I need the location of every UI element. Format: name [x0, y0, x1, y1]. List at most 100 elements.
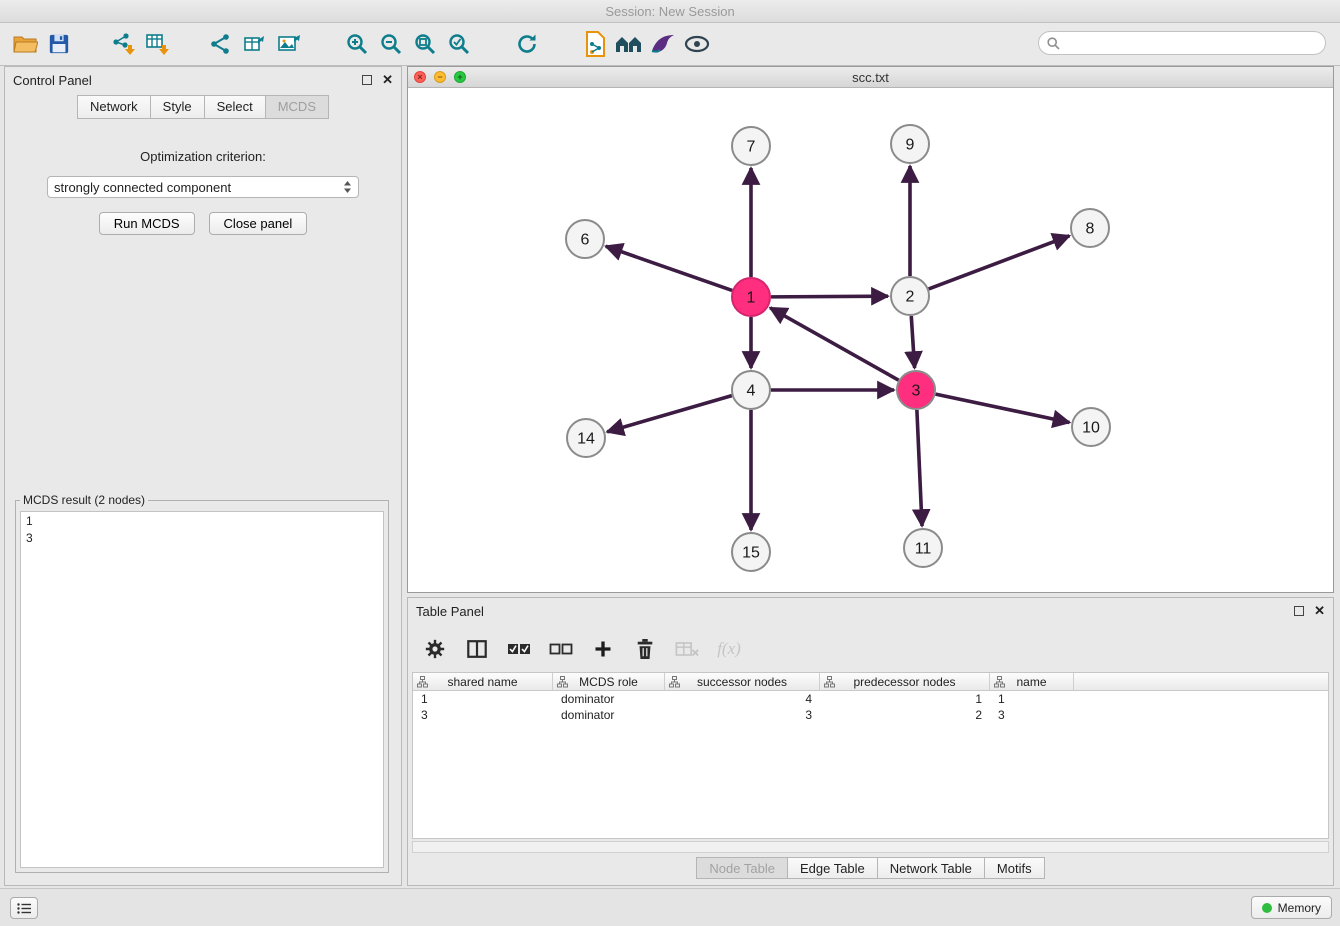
import-table-icon	[145, 32, 169, 56]
refresh-button[interactable]	[510, 27, 544, 61]
show-hide-graphics-button[interactable]	[680, 27, 714, 61]
optimization-dropdown[interactable]: strongly connected component	[47, 176, 359, 198]
search-input[interactable]	[1065, 36, 1317, 50]
minimize-window-button[interactable]: −	[434, 71, 446, 83]
tab-mcds[interactable]: MCDS	[265, 95, 329, 119]
table-panel-header: Table Panel ✕	[408, 598, 1333, 624]
tab-select[interactable]: Select	[204, 95, 265, 119]
column-header-name[interactable]: name	[990, 673, 1074, 690]
table-row[interactable]: 3dominator323	[413, 707, 1328, 723]
table-header-row: shared nameMCDS rolesuccessor nodesprede…	[413, 673, 1328, 691]
tab-network[interactable]: Network	[77, 95, 150, 119]
column-header-predecessor-nodes[interactable]: predecessor nodes	[820, 673, 990, 690]
table-cell[interactable]: 4	[665, 691, 820, 707]
close-table-panel-icon[interactable]: ✕	[1314, 603, 1325, 619]
table-cell[interactable]: 3	[665, 707, 820, 723]
add-column-button[interactable]	[590, 636, 616, 662]
table-row[interactable]: 1dominator411	[413, 691, 1328, 707]
status-list-button[interactable]	[10, 897, 38, 919]
float-panel-icon[interactable]	[362, 75, 372, 85]
table-settings-button[interactable]	[422, 636, 448, 662]
delete-column-button[interactable]	[632, 636, 658, 662]
column-header-MCDS-role[interactable]: MCDS role	[553, 673, 665, 690]
table-cell[interactable]: 3	[413, 707, 553, 723]
edge-4-14[interactable]	[607, 396, 732, 432]
close-panel-button[interactable]: Close panel	[209, 212, 308, 235]
tab-motifs[interactable]: Motifs	[984, 857, 1045, 879]
search-icon	[1047, 37, 1060, 50]
edge-3-1[interactable]	[770, 308, 898, 380]
first-neighbors-icon	[614, 33, 644, 55]
network-from-file-button[interactable]	[578, 27, 612, 61]
zoom-selected-icon	[447, 32, 471, 56]
zoom-fit-button[interactable]	[408, 27, 442, 61]
table-cell[interactable]: dominator	[553, 691, 665, 707]
run-mcds-button[interactable]: Run MCDS	[99, 212, 195, 235]
tab-node-table[interactable]: Node Table	[696, 857, 787, 879]
node-label-9: 9	[906, 137, 915, 154]
export-network-button[interactable]	[204, 27, 238, 61]
zoom-window-button[interactable]: +	[454, 71, 466, 83]
table-cell[interactable]: 1	[820, 691, 990, 707]
table-body: 1dominator4113dominator323	[413, 691, 1328, 723]
deselect-all-columns-button[interactable]	[548, 636, 574, 662]
table-cell[interactable]: 1	[413, 691, 553, 707]
tab-edge-table[interactable]: Edge Table	[787, 857, 877, 879]
table-cell[interactable]: 1	[990, 691, 1074, 707]
first-neighbors-button[interactable]	[612, 27, 646, 61]
edge-3-10[interactable]	[936, 394, 1070, 422]
node-label-8: 8	[1086, 221, 1095, 238]
network-window-titlebar[interactable]: × − + scc.txt	[408, 67, 1333, 88]
export-image-icon	[277, 32, 301, 56]
zoom-fit-icon	[413, 32, 437, 56]
edge-2-3[interactable]	[911, 316, 914, 368]
column-header-shared-name[interactable]: shared name	[413, 673, 553, 690]
table-cell[interactable]: 3	[990, 707, 1074, 723]
edge-1-2[interactable]	[771, 296, 888, 297]
table-cell[interactable]: 2	[820, 707, 990, 723]
node-table: shared nameMCDS rolesuccessor nodesprede…	[412, 672, 1329, 839]
zoom-out-button[interactable]	[374, 27, 408, 61]
mcds-result-text[interactable]: 1 3	[20, 511, 384, 868]
optimization-dropdown-value: strongly connected component	[54, 180, 343, 195]
tab-network-table[interactable]: Network Table	[877, 857, 984, 879]
table-horizontal-scrollbar[interactable]	[412, 841, 1329, 853]
import-table-button[interactable]	[140, 27, 174, 61]
edge-1-6[interactable]	[606, 246, 732, 290]
save-session-button[interactable]	[42, 27, 76, 61]
export-table-button[interactable]	[238, 27, 272, 61]
close-window-button[interactable]: ×	[414, 71, 426, 83]
export-image-button[interactable]	[272, 27, 306, 61]
add-column-icon	[593, 639, 613, 659]
column-header-successor-nodes[interactable]: successor nodes	[665, 673, 820, 690]
table-cell[interactable]: dominator	[553, 707, 665, 723]
apply-style-button[interactable]	[646, 27, 680, 61]
open-file-button[interactable]	[8, 27, 42, 61]
float-table-panel-icon[interactable]	[1294, 606, 1304, 616]
table-panel-tabs: Node TableEdge TableNetwork TableMotifs	[408, 857, 1333, 879]
select-all-columns-icon	[507, 641, 531, 657]
window-titlebar[interactable]: Session: New Session	[0, 0, 1340, 23]
export-table-icon	[243, 32, 267, 56]
show-hide-graphics-icon	[684, 35, 710, 53]
node-label-15: 15	[742, 545, 760, 562]
column-sort-icon	[557, 676, 568, 688]
network-graph[interactable]: 7968124314101511	[408, 88, 1333, 592]
column-sort-icon	[824, 676, 835, 688]
select-all-columns-button[interactable]	[506, 636, 532, 662]
show-columns-button[interactable]	[464, 636, 490, 662]
column-sort-icon	[994, 676, 1005, 688]
tab-style[interactable]: Style	[150, 95, 204, 119]
search-box[interactable]	[1038, 31, 1326, 55]
zoom-in-button[interactable]	[340, 27, 374, 61]
zoom-selected-button[interactable]	[442, 27, 476, 61]
import-network-button[interactable]	[106, 27, 140, 61]
node-label-6: 6	[581, 232, 590, 249]
edge-3-11[interactable]	[917, 410, 922, 526]
edge-2-8[interactable]	[929, 236, 1070, 289]
delete-table-button	[674, 636, 700, 662]
close-panel-icon[interactable]: ✕	[382, 72, 393, 88]
memory-button-label: Memory	[1278, 901, 1321, 915]
memory-button[interactable]: Memory	[1251, 896, 1332, 919]
export-network-icon	[209, 32, 233, 56]
